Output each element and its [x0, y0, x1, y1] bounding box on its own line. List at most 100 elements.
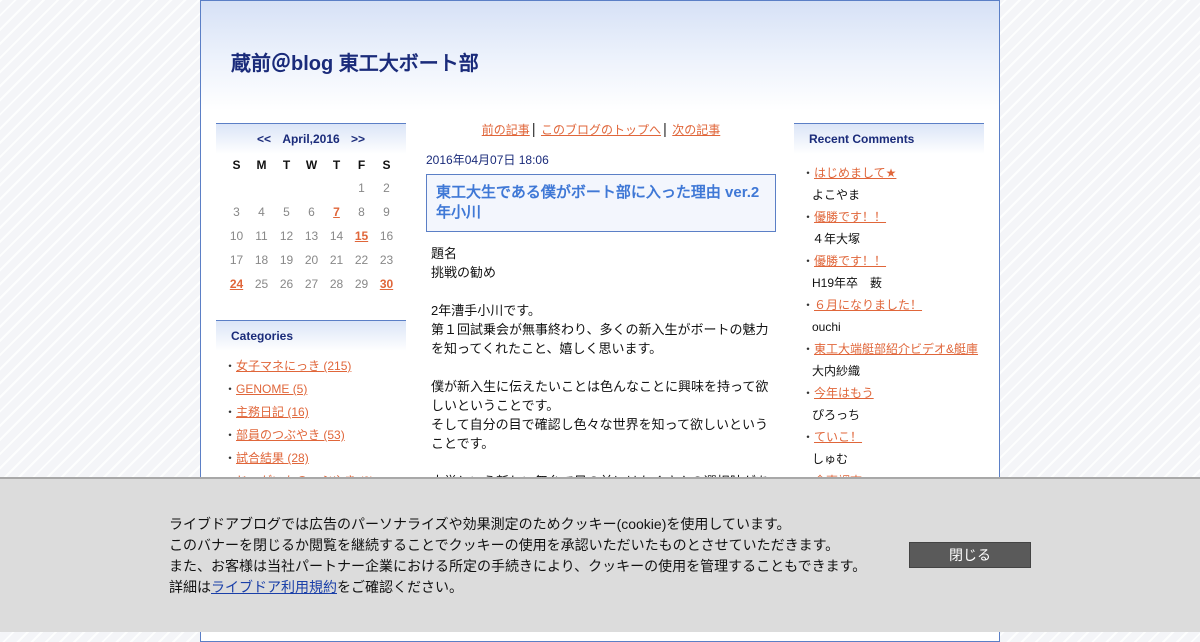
calendar-day: 2 — [383, 181, 390, 195]
post-title[interactable]: 東工大生である僕がボート部に入った理由 ver.2年小川 — [426, 174, 776, 232]
calendar-day: 13 — [304, 229, 319, 243]
post-body: 題名 挑戦の勧め 2年漕手小川です。 第１回試乗会が無事終わり、多くの新入生がボートの… — [426, 232, 776, 510]
calendar-day: 16 — [379, 229, 394, 243]
calendar-day: 17 — [229, 253, 244, 267]
categories-title: Categories — [231, 329, 294, 343]
blog-header: 蔵前＠blog 東工大ボート部 — [201, 1, 999, 111]
calendar-month-label[interactable]: April,2016 — [282, 132, 339, 146]
recent-comment-item: 東工大端艇部紹介ビデオ&艇庫大内紗織 — [802, 338, 984, 382]
calendar-next-link[interactable]: >> — [351, 132, 365, 146]
recent-comments-header: Recent Comments — [794, 123, 984, 154]
calendar-day: 19 — [279, 253, 294, 267]
category-link[interactable]: 試合結果 (28) — [236, 451, 309, 465]
calendar-day-link[interactable]: 30 — [380, 277, 393, 291]
calendar-day: 18 — [254, 253, 269, 267]
calendar-prev-link[interactable]: << — [257, 132, 271, 146]
recent-comment-author: H19年卒 薮 — [812, 276, 883, 290]
recent-comment-title: 優勝です！！ — [802, 250, 984, 272]
recent-comment-link[interactable]: ていこ！ — [814, 430, 862, 444]
post-line: 題名 — [431, 246, 458, 261]
calendar-day-link[interactable]: 15 — [355, 229, 368, 243]
recent-comment-item: 優勝です！！ ４年大塚 — [802, 206, 984, 250]
main-content: 前の記事 | このブログのトップへ | 次の記事 2016年04月07日 18:06… — [426, 121, 776, 529]
category-item: GENOME (5) — [224, 380, 406, 403]
calendar-weekday: S — [382, 158, 391, 172]
post-paragraph: 僕が新入生に伝えたいことは色んなことに興味を持って欲しいということです。 そして自… — [431, 377, 771, 453]
cookie-text: ライブドアブログでは広告のパーソナライズや効果測定のためクッキー(cookie)… — [169, 514, 866, 598]
recent-comment-author: ouchi — [812, 320, 841, 334]
calendar-day — [249, 176, 274, 200]
next-post-link[interactable]: 次の記事 — [672, 123, 720, 137]
recent-comment-author: しゅむ — [812, 452, 849, 466]
terms-link[interactable]: ライブドア利用規約 — [211, 579, 337, 595]
blog-title-link[interactable]: 蔵前＠blog 東工大ボート部 — [231, 47, 479, 76]
category-link[interactable]: GENOME (5) — [236, 382, 307, 396]
recent-comment-author: ４年大塚 — [812, 232, 861, 246]
recent-comment-title: 東工大端艇部紹介ビデオ&艇庫 — [802, 338, 984, 360]
category-item: 主務日記 (16) — [224, 403, 406, 426]
recent-comment-author: 大内紗織 — [812, 364, 861, 378]
category-link[interactable]: 部員のつぶやき (53) — [236, 428, 345, 442]
recent-comment-author: ぴろっち — [812, 408, 861, 422]
calendar-day: 27 — [304, 277, 319, 291]
calendar-day-link[interactable]: 7 — [333, 205, 340, 219]
cookie-details-suffix: をご確認ください。 — [337, 579, 463, 595]
recent-comment-item: はじめまして★ よこやま — [802, 162, 984, 206]
category-link[interactable]: 女子マネにっき (215) — [236, 359, 351, 373]
calendar-day[interactable]: 15 — [349, 224, 374, 248]
calendar-day: 25 — [254, 277, 269, 291]
calendar-day: 1 — [358, 181, 365, 195]
calendar-day: 12 — [279, 229, 294, 243]
calendar-day: 5 — [283, 205, 290, 219]
calendar-week: 17 18 19 20 21 22 23 — [224, 248, 399, 272]
categories-list: 女子マネにっき (215) GENOME (5) 主務日記 (16) 部員のつぶやき … — [216, 357, 406, 495]
cookie-details-prefix: 詳細は — [169, 579, 211, 595]
recent-comment-link[interactable]: 今年はもう — [814, 386, 874, 400]
calendar-day[interactable]: 24 — [224, 272, 249, 296]
recent-comment-link[interactable]: 東工大端艇部紹介ビデオ&艇庫 — [814, 342, 978, 356]
post-line: そして自分の目で確認し色々な世界を知って欲しいということです。 — [431, 417, 768, 451]
category-link[interactable]: 主務日記 (16) — [236, 405, 309, 419]
right-sidebar: Recent Comments はじめまして★よこやま優勝です！！４年大塚優勝で… — [794, 123, 984, 492]
recent-comment-link[interactable]: ６月になりました！ — [814, 298, 922, 312]
recent-comment-title: 優勝です！！ — [802, 206, 984, 228]
cookie-text-line: また、お客様は当社パートナー企業における所定の手続きにより、クッキーの使用を管理… — [169, 558, 867, 574]
calendar-day: 6 — [308, 205, 315, 219]
calendar-day: 3 — [233, 205, 240, 219]
post-date: 2016年04月07日 18:06 — [426, 153, 549, 167]
calendar-nav: << April,2016 >> — [216, 124, 406, 146]
calendar-weekday: M — [256, 158, 267, 172]
calendar-day[interactable]: 7 — [324, 200, 349, 224]
cookie-text-line: ライブドアブログでは広告のパーソナライズや効果測定のためクッキー(cookie)… — [169, 516, 791, 532]
recent-comment-link[interactable]: 優勝です！！ — [814, 210, 886, 224]
calendar-day: 20 — [304, 253, 319, 267]
calendar-header: << April,2016 >> — [216, 123, 406, 154]
calendar-weekday: T — [332, 158, 341, 172]
post-paragraph: 題名 挑戦の勧め — [431, 244, 771, 282]
blog-top-link[interactable]: このブログのトップへ — [541, 123, 661, 137]
calendar-week: 10 11 12 13 14 15 16 — [224, 224, 399, 248]
calendar-weekday: F — [357, 158, 366, 172]
prev-post-link[interactable]: 前の記事 — [482, 123, 530, 137]
calendar-day: 10 — [229, 229, 244, 243]
calendar-weekday: S — [232, 158, 241, 172]
recent-comment-link[interactable]: 優勝です！！ — [814, 254, 886, 268]
post-line: 第１回試乗会が無事終わり、多くの新入生がボートの魅力を知ってくれたこと、嬉しく思… — [431, 322, 769, 356]
close-cookie-button[interactable]: 閉じる — [909, 542, 1031, 568]
calendar-day — [274, 176, 299, 200]
cookie-text-line: このバナーを閉じるか閲覧を継続することでクッキーの使用を承認いただいたものとさせ… — [169, 537, 840, 553]
left-sidebar: << April,2016 >> SMTWTFS 1 2 3 4 5 6 7 8 9 10 11 12… — [216, 123, 406, 495]
post-line: 挑戦の勧め — [431, 265, 497, 280]
calendar-day: 11 — [255, 229, 268, 243]
post-line: 僕が新入生に伝えたいことは色んなことに興味を持って欲しいということです。 — [431, 379, 769, 413]
calendar-day: 26 — [279, 277, 294, 291]
calendar-weekday: T — [282, 158, 291, 172]
recent-comment-link[interactable]: はじめまして★ — [814, 166, 896, 180]
calendar-day: 8 — [358, 205, 365, 219]
calendar-day[interactable]: 30 — [374, 272, 399, 296]
calendar-day — [324, 176, 349, 200]
calendar-weekday: W — [305, 158, 318, 172]
calendar-day-link[interactable]: 24 — [230, 277, 243, 291]
calendar-day: 22 — [354, 253, 369, 267]
recent-comment-item: 優勝です！！ H19年卒 薮 — [802, 250, 984, 294]
